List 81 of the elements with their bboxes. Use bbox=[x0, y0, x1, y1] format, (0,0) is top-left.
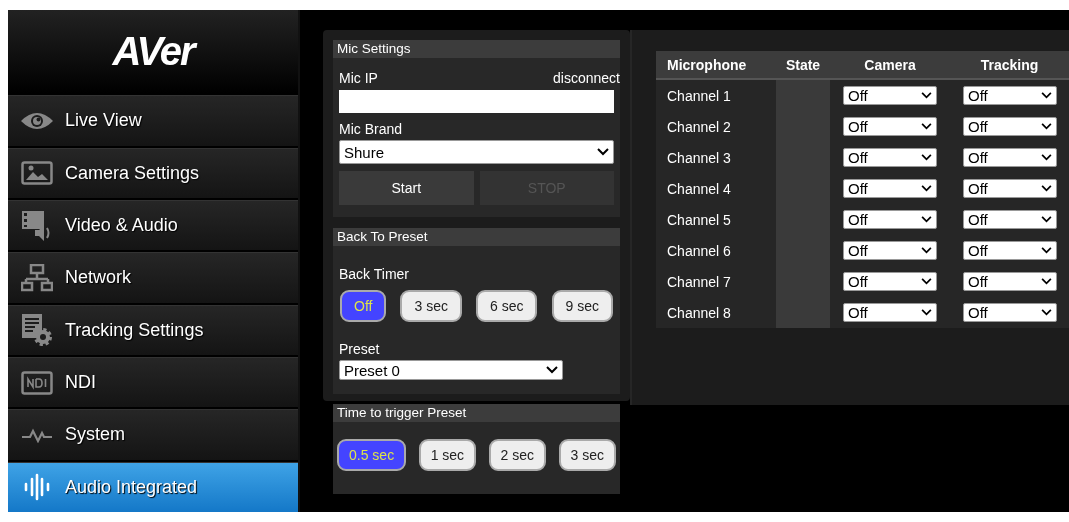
caret-icon bbox=[1041, 185, 1052, 192]
camera-dropdown[interactable]: Off bbox=[843, 148, 937, 167]
mic-brand-dropdown[interactable]: Shure bbox=[339, 140, 614, 164]
tracking-dropdown[interactable]: Off bbox=[963, 179, 1057, 198]
column-header: Camera bbox=[830, 51, 950, 79]
column-header: Microphone bbox=[656, 51, 776, 79]
nav-item[interactable]: Video & Audio bbox=[8, 199, 298, 251]
action-button[interactable]: Start bbox=[339, 171, 474, 205]
caret-icon bbox=[921, 309, 932, 316]
caret-icon bbox=[1041, 123, 1052, 130]
tracking-dropdown[interactable]: Off bbox=[963, 272, 1057, 291]
caret-icon bbox=[921, 278, 932, 285]
camera-dropdown[interactable]: Off bbox=[843, 117, 937, 136]
timer-option-button[interactable]: 9 sec bbox=[551, 290, 613, 322]
caret-icon bbox=[921, 123, 932, 130]
channel-name: Channel 6 bbox=[656, 235, 776, 266]
tracking-dropdown[interactable]: Off bbox=[963, 86, 1057, 105]
camera-dropdown[interactable]: Off bbox=[843, 241, 937, 260]
camera-dropdown[interactable]: Off bbox=[843, 86, 937, 105]
caret-icon bbox=[921, 92, 932, 99]
nav-item[interactable]: System bbox=[8, 409, 298, 460]
camera-dropdown[interactable]: Off bbox=[843, 210, 937, 229]
column-header: State bbox=[776, 51, 830, 79]
caret-icon bbox=[597, 148, 609, 156]
connection-status: disconnect bbox=[553, 70, 620, 86]
field-label: Preset bbox=[338, 341, 381, 357]
eye-icon bbox=[19, 110, 54, 131]
section-title: Back To Preset bbox=[333, 228, 620, 246]
caret-icon bbox=[1041, 278, 1052, 285]
camera-dropdown[interactable]: Off bbox=[843, 272, 937, 291]
channel-name: Channel 8 bbox=[656, 297, 776, 328]
tracking-dropdown[interactable]: Off bbox=[963, 241, 1057, 260]
section-title: Mic Settings bbox=[333, 40, 620, 58]
nav-item[interactable]: Live View bbox=[8, 95, 298, 146]
nav-item[interactable]: Audio Integrated bbox=[8, 461, 298, 512]
caret-icon bbox=[921, 247, 932, 254]
field-label: Back Timer bbox=[338, 266, 410, 282]
channel-name: Channel 4 bbox=[656, 173, 776, 204]
tracking-dropdown[interactable]: Off bbox=[963, 210, 1057, 229]
caret-icon bbox=[921, 154, 932, 161]
timer-option-button[interactable]: Off bbox=[340, 290, 387, 322]
network-icon bbox=[20, 263, 53, 292]
trigger-time-button[interactable]: 0.5 sec bbox=[337, 439, 407, 471]
nav-item[interactable]: Network bbox=[8, 252, 298, 303]
channel-name: Channel 7 bbox=[656, 266, 776, 297]
nav-item[interactable]: Tracking Settings bbox=[8, 304, 298, 355]
camera-dropdown[interactable]: Off bbox=[843, 303, 937, 322]
caret-icon bbox=[1041, 216, 1052, 223]
caret-icon bbox=[921, 185, 932, 192]
section-title: Time to trigger Preset bbox=[333, 404, 620, 422]
ndi-icon bbox=[20, 370, 53, 395]
camera-dropdown[interactable]: Off bbox=[843, 179, 937, 198]
tracking-dropdown[interactable]: Off bbox=[963, 303, 1057, 322]
image-icon bbox=[20, 161, 53, 186]
timer-option-button[interactable]: 6 sec bbox=[476, 290, 538, 322]
trigger-time-button[interactable]: 2 sec bbox=[488, 439, 547, 471]
caret-icon bbox=[921, 216, 932, 223]
caret-icon bbox=[1041, 309, 1052, 316]
column-header: Tracking bbox=[950, 51, 1069, 79]
preset-dropdown[interactable]: Preset 0 bbox=[339, 360, 563, 380]
document-gear-icon bbox=[20, 313, 53, 348]
caret-icon bbox=[1041, 154, 1052, 161]
caret-icon bbox=[546, 366, 558, 374]
timer-option-button[interactable]: 3 sec bbox=[400, 290, 462, 322]
tracking-dropdown[interactable]: Off bbox=[963, 117, 1057, 136]
field-label: Mic Brand bbox=[338, 121, 404, 137]
audio-wave-icon bbox=[22, 473, 51, 502]
nav-item[interactable]: Camera Settings bbox=[8, 147, 298, 198]
trigger-time-button[interactable]: 1 sec bbox=[418, 439, 477, 471]
caret-icon bbox=[1041, 247, 1052, 254]
channel-name: Channel 1 bbox=[656, 79, 776, 111]
channel-name: Channel 3 bbox=[656, 142, 776, 173]
mic-ip-field[interactable] bbox=[339, 90, 614, 113]
logo: AVer bbox=[112, 29, 194, 75]
nav-item[interactable]: NDI bbox=[8, 356, 298, 408]
channel-name: Channel 5 bbox=[656, 204, 776, 235]
tracking-dropdown[interactable]: Off bbox=[963, 148, 1057, 167]
caret-icon bbox=[1041, 92, 1052, 99]
channel-name: Channel 2 bbox=[656, 111, 776, 142]
trigger-time-button[interactable]: 3 sec bbox=[558, 439, 616, 471]
field-label: Mic IP bbox=[339, 70, 378, 86]
